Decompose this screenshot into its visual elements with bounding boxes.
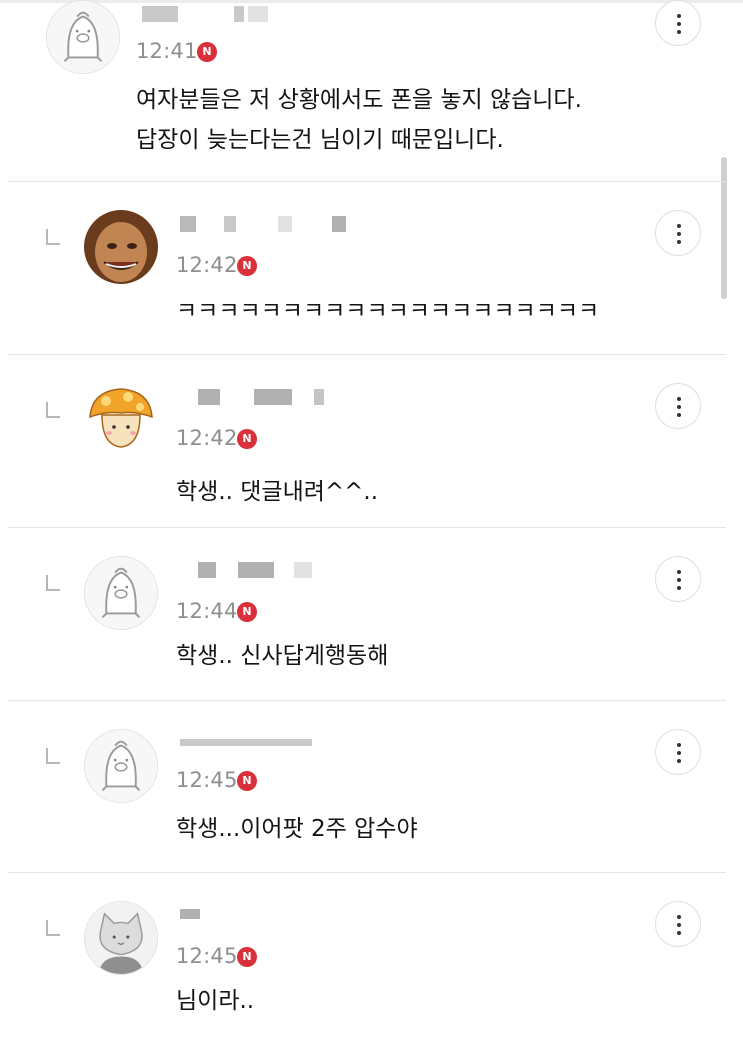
- comment-text: 학생.. 신사답게행동해: [176, 643, 389, 669]
- author-name-redacted: [176, 562, 326, 582]
- comment-item: 12:44 N 학생.. 신사답게행동해: [0, 528, 743, 700]
- comment-text: 학생...이어팟 2주 압수야: [176, 816, 418, 842]
- avatar[interactable]: [84, 210, 158, 284]
- comment-item: 12:41 N 여자분들은 저 상황에서도 폰을 놓지 않습니다. 답장이 늦는…: [0, 0, 743, 182]
- new-badge: N: [237, 771, 257, 791]
- reply-indent-icon: [46, 575, 60, 591]
- comment-time: 12:45: [176, 768, 238, 792]
- more-options-button[interactable]: [655, 901, 701, 947]
- author-name-redacted: [176, 216, 366, 236]
- more-options-button[interactable]: [655, 210, 701, 256]
- more-options-button[interactable]: [655, 383, 701, 429]
- reply-indent-icon: [46, 920, 60, 936]
- cat-icon: [85, 902, 157, 974]
- reply-indent-icon: [46, 748, 60, 764]
- comment-item: 12:42 N 학생.. 댓글내려^^..: [0, 355, 743, 527]
- author-name-redacted: [176, 909, 236, 929]
- comment-item: 12:45 N 학생...이어팟 2주 압수야: [0, 701, 743, 873]
- comment-item: 12:45 N 님이라..: [0, 873, 743, 1045]
- reply-indent-icon: [46, 229, 60, 245]
- avatar[interactable]: [84, 556, 158, 630]
- new-badge: N: [197, 42, 217, 62]
- penguin-icon: [47, 1, 119, 73]
- mushroom-icon: [84, 383, 158, 457]
- comment-time: 12:45: [176, 944, 238, 968]
- avatar[interactable]: [84, 729, 158, 803]
- new-badge: N: [237, 256, 257, 276]
- more-options-button[interactable]: [655, 729, 701, 775]
- author-name-redacted: [176, 389, 336, 409]
- avatar[interactable]: [46, 0, 120, 74]
- comment-item: 12:42 N ㅋㅋㅋㅋㅋㅋㅋㅋㅋㅋㅋㅋㅋㅋㅋㅋㅋㅋㅋㅋ: [0, 182, 743, 354]
- comment-text: 여자분들은 저 상황에서도 폰을 놓지 않습니다. 답장이 늦는다는건 님이기 …: [136, 87, 582, 153]
- comment-time: 12:42: [176, 426, 238, 450]
- comment-time: 12:44: [176, 599, 238, 623]
- comment-text: 님이라..: [176, 988, 255, 1014]
- comment-text: ㅋㅋㅋㅋㅋㅋㅋㅋㅋㅋㅋㅋㅋㅋㅋㅋㅋㅋㅋㅋ: [176, 298, 600, 324]
- comment-text: 학생.. 댓글내려^^..: [176, 479, 379, 505]
- reply-indent-icon: [46, 402, 60, 418]
- new-badge: N: [237, 429, 257, 449]
- more-options-button[interactable]: [655, 0, 701, 46]
- author-name-redacted: [138, 6, 278, 26]
- avatar[interactable]: [84, 901, 158, 975]
- avatar[interactable]: [84, 383, 158, 457]
- author-name-redacted: [176, 739, 316, 759]
- new-badge: N: [237, 947, 257, 967]
- more-options-button[interactable]: [655, 556, 701, 602]
- penguin-icon: [85, 557, 157, 629]
- photo-face-avatar: [84, 210, 158, 284]
- comment-time: 12:41: [136, 39, 198, 63]
- comment-time: 12:42: [176, 253, 238, 277]
- penguin-icon: [85, 730, 157, 802]
- new-badge: N: [237, 602, 257, 622]
